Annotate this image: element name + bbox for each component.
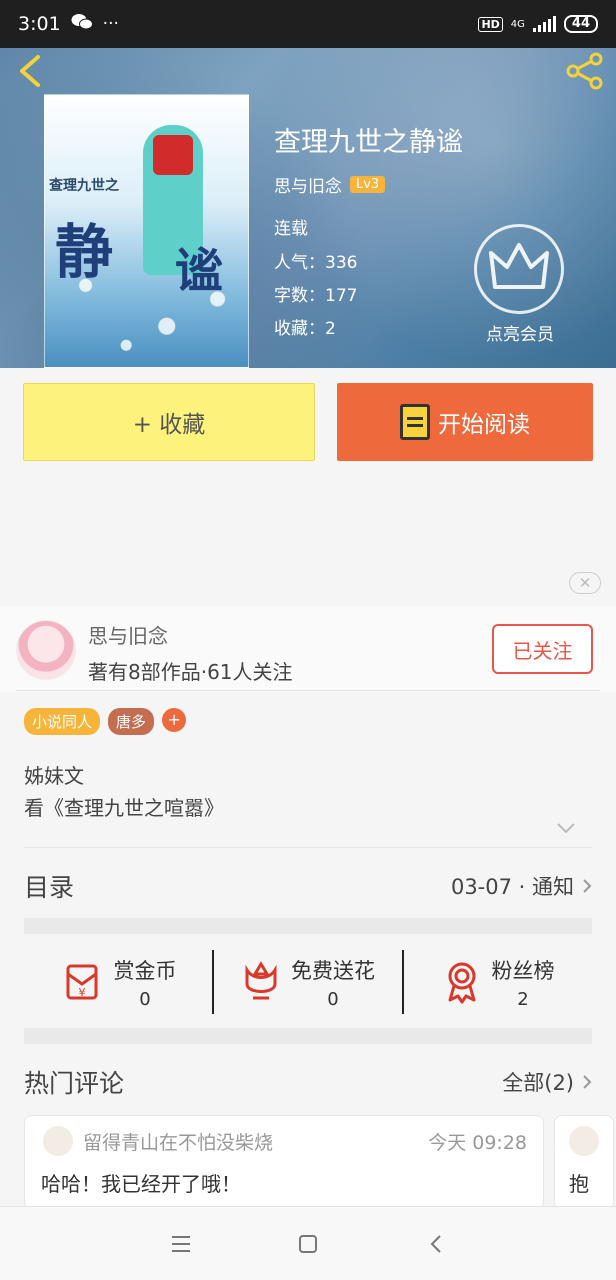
book-header: 查理九世之 静 谧 查理九世之静谧 思与旧念 Lv3 连载 人气：336 字数：… [0, 48, 616, 368]
hot-comments-title: 热门评论 [24, 1069, 125, 1098]
commenter-name[interactable]: 留得青山在不怕没柴烧 [83, 1128, 273, 1155]
stats-row: ¥ 赏金币 0 免费送花 0 粉丝榜 2 [24, 950, 592, 1014]
cover-title-char-1: 静 [55, 218, 114, 286]
tag-item[interactable]: 唐多 [108, 708, 155, 735]
network-type: 4G [510, 18, 525, 30]
stat-value: 0 [327, 988, 339, 1010]
level-badge: Lv3 [350, 176, 386, 193]
back-nav-icon[interactable] [424, 1231, 450, 1257]
vip-button[interactable] [474, 224, 564, 314]
catalog-title: 目录 [24, 873, 75, 902]
red-envelope-icon: ¥ [66, 964, 97, 1000]
divider [16, 690, 600, 691]
wechat-icon [71, 13, 93, 36]
start-reading-label: 开始阅读 [438, 412, 530, 438]
book-title: 查理九世之静谧 [274, 127, 463, 158]
stat-label: 免费送花 [291, 958, 375, 983]
svg-text:¥: ¥ [78, 986, 85, 999]
send-flower-button[interactable]: 免费送花 0 [212, 950, 402, 1014]
vip-label[interactable]: 点亮会员 [472, 320, 568, 345]
intro-line-1: 姊妹文 [24, 764, 84, 788]
stat-label: 粉丝榜 [491, 958, 555, 983]
book-cover[interactable]: 查理九世之 静 谧 [44, 94, 249, 368]
back-button[interactable] [14, 54, 48, 88]
book-popularity: 人气：336 [274, 253, 358, 273]
follow-button[interactable]: 已关注 [492, 624, 593, 674]
hd-icon: HD [478, 16, 503, 32]
home-square-icon[interactable] [295, 1231, 321, 1257]
collect-button[interactable]: + 收藏 [23, 383, 315, 461]
menu-icon[interactable] [168, 1231, 194, 1257]
add-tag-button[interactable]: + [162, 708, 187, 732]
hot-comments-header[interactable]: 热门评论 全部(2) [24, 1062, 592, 1102]
author-card[interactable]: 思与旧念 著有8部作品·61人关注 已关注 [0, 606, 616, 692]
author-avatar[interactable] [16, 620, 76, 680]
crown-icon [489, 243, 549, 289]
status-bar: 3:01 ··· HD 4G 44 [0, 0, 616, 48]
comment-text: 哈哈！我已经开了哦！ [41, 1172, 241, 1196]
flower-icon [245, 961, 277, 1000]
commenter-avatar[interactable] [43, 1126, 73, 1156]
battery-icon: 44 [563, 15, 598, 33]
medal-icon [448, 962, 475, 1004]
share-button[interactable] [564, 52, 606, 90]
book-status: 连载 [274, 219, 308, 239]
stat-label: 赏金币 [113, 958, 177, 983]
reward-coin-button[interactable]: ¥ 赏金币 0 [24, 950, 212, 1014]
author-name[interactable]: 思与旧念 [274, 172, 342, 197]
book-word-count: 字数：177 [274, 286, 358, 306]
author-row[interactable]: 思与旧念 Lv3 [274, 172, 386, 197]
tag-item[interactable]: 小说同人 [24, 708, 101, 735]
catalog-latest: 03-07 · 通知 [450, 875, 574, 899]
book-icon [400, 404, 430, 440]
tag-list: 小说同人 唐多 + [24, 708, 187, 735]
cover-subtitle: 查理九世之 [49, 178, 119, 194]
author-card-name: 思与旧念 [88, 624, 168, 648]
author-card-stats: 著有8部作品·61人关注 [88, 660, 293, 684]
stat-value: 0 [139, 988, 151, 1010]
divider [24, 847, 592, 848]
stat-value: 2 [517, 988, 529, 1010]
fan-ranking-button[interactable]: 粉丝榜 2 [402, 950, 592, 1014]
section-separator [24, 1028, 592, 1044]
book-favorites: 收藏：2 [274, 319, 336, 339]
comment-text: 抱 [569, 1172, 589, 1196]
all-comments-link[interactable]: 全部(2) [502, 1067, 574, 1097]
back-arrow-icon [20, 55, 40, 87]
cover-title-char-2: 谧 [175, 243, 224, 299]
intro-line-2: 看《查理九世之喧嚣》 [24, 796, 224, 820]
chevron-right-icon [583, 879, 592, 893]
more-notifications-icon: ··· [102, 14, 119, 34]
comment-card[interactable]: 抱 [554, 1115, 614, 1210]
start-reading-button[interactable]: 开始阅读 [337, 383, 593, 461]
comment-time: 今天 09:28 [428, 1132, 527, 1154]
system-nav-bar [0, 1206, 616, 1280]
share-icon [566, 52, 603, 90]
signal-icon [532, 16, 556, 32]
ad-close-button[interactable]: ✕ [569, 572, 601, 594]
commenter-avatar[interactable] [569, 1126, 599, 1156]
status-time: 3:01 [18, 13, 61, 35]
catalog-row[interactable]: 目录 03-07 · 通知 [24, 866, 592, 906]
expand-chevron-icon[interactable] [556, 822, 576, 834]
section-separator [24, 918, 592, 934]
cover-scarf [153, 135, 193, 175]
chevron-right-icon [583, 1075, 592, 1089]
comment-card[interactable]: 留得青山在不怕没柴烧 今天 09:28 哈哈！我已经开了哦！ [24, 1115, 544, 1210]
